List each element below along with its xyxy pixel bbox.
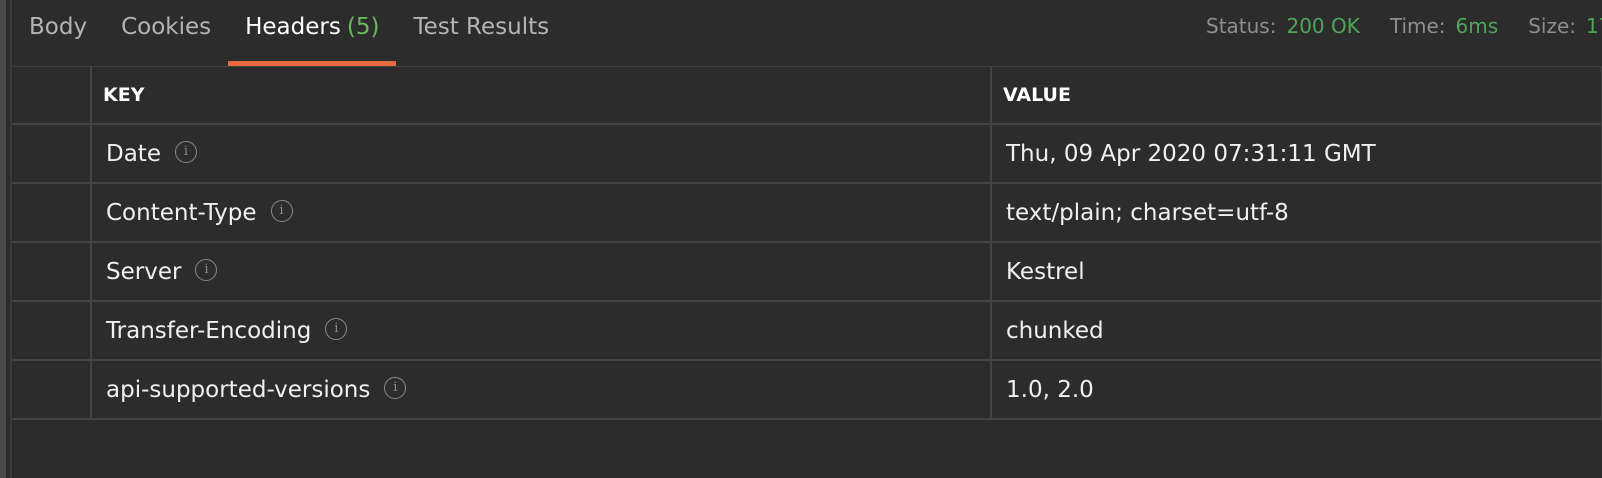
info-icon[interactable]: i bbox=[174, 141, 197, 163]
header-key-cell: Transfer-Encoding i bbox=[90, 300, 992, 361]
table-row: Transfer-Encoding i chunked bbox=[12, 300, 1602, 361]
header-value-cell: Kestrel bbox=[990, 241, 1602, 302]
header-key: Content-Type bbox=[106, 199, 257, 226]
row-gutter bbox=[12, 241, 92, 302]
header-value: Kestrel bbox=[1006, 258, 1085, 285]
size-label: Size: bbox=[1528, 14, 1576, 38]
header-key: api-supported-versions bbox=[106, 376, 371, 403]
row-gutter bbox=[12, 359, 92, 420]
tab-test-results[interactable]: Test Results bbox=[396, 0, 566, 66]
time-value[interactable]: 6ms bbox=[1456, 14, 1499, 38]
table-row: Content-Type i text/plain; charset=utf-8 bbox=[12, 182, 1602, 243]
tab-body[interactable]: Body bbox=[12, 0, 104, 66]
tab-body-label: Body bbox=[29, 14, 88, 40]
header-value: Thu, 09 Apr 2020 07:31:11 GMT bbox=[1006, 140, 1376, 167]
table-row: api-supported-versions i 1.0, 2.0 bbox=[12, 359, 1602, 420]
status-label: Status: bbox=[1206, 14, 1277, 38]
info-icon[interactable]: i bbox=[195, 259, 218, 281]
tab-test-results-label: Test Results bbox=[413, 14, 550, 40]
header-value: 1.0, 2.0 bbox=[1006, 376, 1094, 403]
value-column-header: VALUE bbox=[990, 66, 1602, 125]
table-row: Server i Kestrel bbox=[12, 241, 1602, 302]
header-value-cell: chunked bbox=[990, 300, 1602, 361]
info-icon[interactable]: i bbox=[270, 200, 293, 222]
header-key: Transfer-Encoding bbox=[106, 317, 312, 344]
header-value: chunked bbox=[1006, 317, 1104, 344]
row-gutter bbox=[12, 123, 92, 184]
info-icon[interactable]: i bbox=[384, 377, 407, 399]
header-key-cell: Content-Type i bbox=[90, 182, 992, 243]
header-value-cell: 1.0, 2.0 bbox=[990, 359, 1602, 420]
header-key: Server bbox=[106, 258, 182, 285]
status-value[interactable]: 200 OK bbox=[1286, 14, 1359, 38]
info-icon[interactable]: i bbox=[325, 318, 348, 340]
row-gutter bbox=[12, 182, 92, 243]
key-column-header: KEY bbox=[90, 66, 992, 125]
headers-count-badge: (5) bbox=[346, 14, 380, 40]
header-key-cell: Server i bbox=[90, 241, 992, 302]
header-key-cell: api-supported-versions i bbox=[90, 359, 992, 420]
headers-table: KEY VALUE Date i Thu, 09 Apr 2020 07:31:1… bbox=[12, 66, 1602, 420]
header-value: text/plain; charset=utf-8 bbox=[1006, 199, 1289, 226]
table-row: Date i Thu, 09 Apr 2020 07:31:11 GMT bbox=[12, 123, 1602, 184]
tab-cookies[interactable]: Cookies bbox=[104, 0, 228, 66]
table-header-row: KEY VALUE bbox=[12, 66, 1602, 125]
tab-headers-label: Headers bbox=[245, 14, 341, 40]
response-status-bar: Status: 200 OK Time: 6ms Size: 17 bbox=[1206, 14, 1602, 38]
tab-headers[interactable]: Headers (5) bbox=[228, 0, 397, 66]
time-label: Time: bbox=[1389, 14, 1446, 38]
response-tabs: Body Cookies Headers (5) Test Results bbox=[12, 0, 566, 66]
header-key: Date bbox=[106, 140, 161, 167]
left-panel-edge bbox=[0, 0, 6, 478]
row-gutter-header bbox=[12, 66, 92, 125]
tab-cookies-label: Cookies bbox=[121, 14, 212, 40]
row-gutter bbox=[12, 300, 92, 361]
header-value-cell: text/plain; charset=utf-8 bbox=[990, 182, 1602, 243]
header-value-cell: Thu, 09 Apr 2020 07:31:11 GMT bbox=[990, 123, 1602, 184]
header-key-cell: Date i bbox=[90, 123, 992, 184]
size-value[interactable]: 17 bbox=[1586, 14, 1602, 38]
